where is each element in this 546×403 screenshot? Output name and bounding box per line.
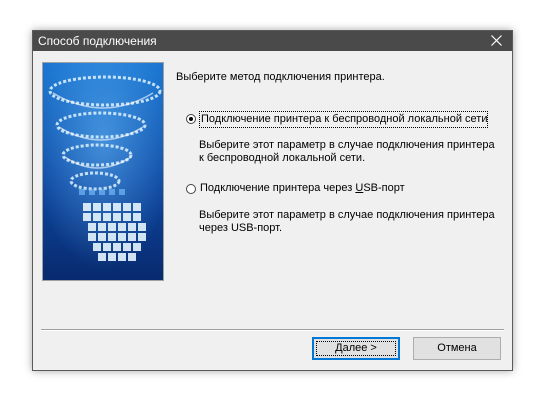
focus-rectangle [316,341,396,356]
window-title: Способ подключения [38,34,157,48]
connection-prompt: Выберите метод подключения принтера. [176,71,385,83]
close-icon [491,35,502,46]
usb-port-radio[interactable] [186,184,196,194]
usb-port-label-end: SB-порт [363,182,405,194]
title-bar[interactable]: Способ подключения [33,31,512,51]
cancel-button-label: Отмена [437,342,477,354]
wireless-lan-description-line1: Выберите этот параметр в случае подключе… [199,139,495,151]
wizard-banner-image [42,62,164,281]
footer-separator [41,329,504,331]
wireless-lan-option[interactable]: Подключение принтера к беспроводной лока… [199,111,488,128]
wireless-lan-description-line2: к беспроводной локальной сети. [199,152,366,164]
usb-port-description-line1: Выберите этот параметр в случае подключе… [199,209,495,221]
wireless-lan-radio[interactable] [186,114,196,124]
wireless-lan-label: Подключение принтера к беспроводной лока… [201,113,488,125]
usb-port-description-line2: через USB-порт. [199,222,283,234]
connection-method-dialog: Способ подключения Выберите метод подклю… [32,30,513,371]
next-button[interactable]: Далее > [312,337,400,360]
cancel-button[interactable]: Отмена [413,337,501,360]
usb-port-option[interactable]: Подключение принтера через USB-порт [200,182,405,195]
usb-port-label-start: Подключение принтера через [200,182,356,194]
radio-selected-dot [189,117,193,121]
close-button[interactable] [482,31,512,51]
